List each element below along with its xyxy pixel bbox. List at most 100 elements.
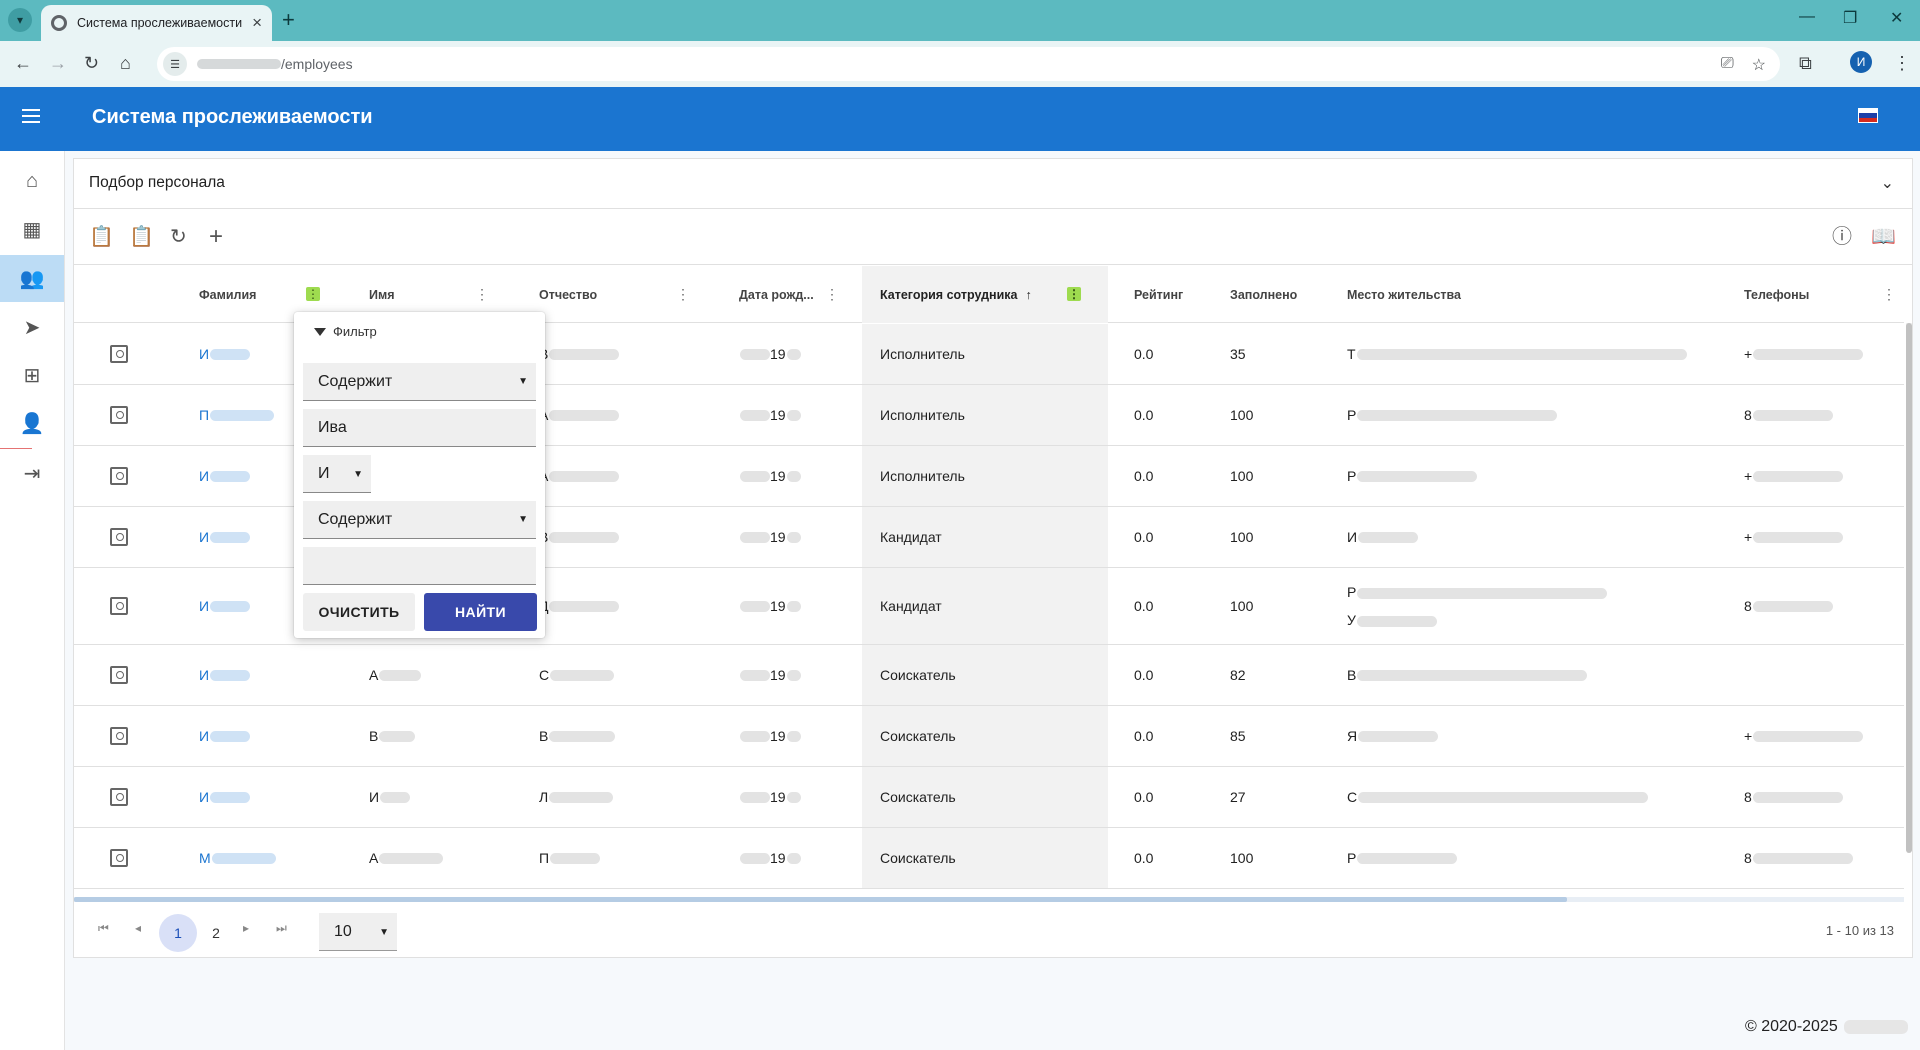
lastname-link[interactable]: И [199,728,209,744]
home-icon[interactable]: ⌂ [0,158,64,205]
filter-condition-select-2[interactable]: Содержит ▼ [303,501,536,539]
next-page-icon[interactable]: ▸ [243,921,249,935]
table-row[interactable]: И И Л 19 Соискатель 0.0 27 С 8 [74,767,1904,828]
minimize-icon[interactable]: — [1799,8,1815,26]
lastname-link[interactable]: М [199,850,211,866]
lastname-link[interactable]: П [199,407,209,423]
url-host-redacted [197,59,281,69]
dropdown-caret-icon: ▼ [353,469,363,480]
table-row[interactable]: И А С 19 Соискатель 0.0 82 В [74,645,1904,706]
refresh-icon[interactable]: ↻ [170,226,187,248]
lastname-link[interactable]: И [199,667,209,683]
profile-card-icon[interactable] [110,406,128,424]
category-cell: Исполнитель [880,346,965,362]
column-header-residence[interactable]: Место жительства [1347,266,1547,323]
category-cell: Соискатель [880,728,956,744]
category-cell: Кандидат [880,598,942,614]
tab-search-button[interactable]: ▾ [8,8,32,32]
lastname-link[interactable]: И [199,468,209,484]
lastname-link[interactable]: И [199,346,209,362]
footer: © 2020-2025 [1745,1018,1908,1036]
category-cell: Исполнитель [880,468,965,484]
clipboard-icon[interactable]: 📋 [89,226,114,248]
horizontal-scrollbar[interactable] [74,897,1904,902]
category-cell: Соискатель [880,667,956,683]
info-icon[interactable]: ⓘ [1832,226,1852,248]
column-menu-icon[interactable]: ⋮ [475,287,489,301]
column-header-birthdate[interactable]: Дата рожд... [739,266,829,323]
lastname-link[interactable]: И [199,598,209,614]
column-menu-icon[interactable]: ⋮ [1067,287,1081,301]
add-icon[interactable]: + [209,225,223,249]
find-button[interactable]: НАЙТИ [424,593,537,631]
chevron-down-icon[interactable]: ⌄ [1881,173,1894,193]
app-header: Система прослеживаемости [0,87,1920,151]
profile-card-icon[interactable] [110,597,128,615]
vertical-scrollbar[interactable] [1906,323,1912,853]
filter-popup: Фильтр Содержит ▼ Ива И ▼ Содержит ▼ ОЧИСТИ… [294,312,545,638]
column-menu-icon[interactable]: ⋮ [825,287,839,301]
book-icon[interactable]: 📖 [1871,226,1896,248]
new-tab-button[interactable]: + [282,8,295,32]
first-page-icon[interactable]: ⏮ [98,921,109,936]
profile-card-icon[interactable] [110,849,128,867]
profile-card-icon[interactable] [110,528,128,546]
page-button-2[interactable]: 2 [197,914,235,952]
url-field[interactable]: ☰ /employees ⎚ ☆ [157,47,1780,81]
browser-tab[interactable]: Система прослеживаемости × [41,5,272,41]
install-app-icon[interactable]: ⎚ [1721,55,1734,75]
window-close-icon[interactable]: ✕ [1890,8,1903,28]
prev-page-icon[interactable]: ◂ [135,921,141,935]
dropdown-caret-icon: ▼ [518,514,528,525]
reload-icon[interactable]: ↻ [84,53,99,73]
profile-card-icon[interactable] [110,345,128,363]
bookmark-star-icon[interactable]: ☆ [1752,55,1766,75]
column-menu-icon[interactable]: ⋮ [306,287,320,301]
column-header-filled[interactable]: Заполнено [1230,266,1320,323]
extensions-icon[interactable]: ⧉ [1799,53,1812,73]
hierarchy-icon[interactable]: ⊞ [0,352,64,399]
column-header-phones[interactable]: Телефоны [1744,266,1844,323]
column-menu-icon[interactable]: ⋮ [676,287,690,301]
favicon-icon [51,15,67,31]
page-button-1[interactable]: 1 [159,914,197,952]
clipboard-list-icon[interactable]: 📋 [129,226,154,248]
tab-title: Система прослеживаемости [77,16,243,30]
language-flag-icon[interactable] [1858,108,1878,123]
table-row[interactable]: М А П 19 Соискатель 0.0 100 Р 8 [74,828,1904,889]
filter-condition-select-1[interactable]: Содержит ▼ [303,363,536,401]
back-icon[interactable]: ← [14,53,32,73]
menu-icon[interactable] [22,109,40,123]
browser-menu-icon[interactable]: ⋮ [1893,53,1911,73]
profile-card-icon[interactable] [110,788,128,806]
tab-close-icon[interactable]: × [252,13,262,33]
page-size-select[interactable]: 10 ▼ [319,913,397,951]
filter-value-input-2[interactable] [303,547,536,585]
send-icon[interactable]: ➤ [0,304,64,351]
column-header-rating[interactable]: Рейтинг [1134,266,1214,323]
filter-value-input-1[interactable]: Ива [303,409,536,447]
home-page-icon[interactable]: ⌂ [120,53,131,73]
forward-icon[interactable]: → [49,53,67,73]
building-icon[interactable]: ▦ [0,206,64,253]
lastname-link[interactable]: И [199,789,209,805]
profile-card-icon[interactable] [110,666,128,684]
lastname-link[interactable]: И [199,529,209,545]
filter-logic-select[interactable]: И ▼ [303,455,371,493]
profile-card-icon[interactable] [110,727,128,745]
clear-filter-button[interactable]: ОЧИСТИТЬ [303,593,415,631]
site-info-icon[interactable]: ☰ [163,52,187,76]
column-header-patronymic[interactable]: Отчество [539,266,669,323]
column-menu-icon[interactable]: ⋮ [1882,287,1896,301]
column-header-category[interactable]: Категория сотрудника ↑ ⋮ [862,266,1108,323]
panel-header[interactable]: Подбор персонала ⌄ [74,159,1912,209]
last-page-icon[interactable]: ⏭ [276,921,287,936]
profile-avatar[interactable]: И [1850,51,1872,73]
person-icon[interactable]: 👤 [0,400,64,447]
login-icon[interactable]: ⇥ [0,450,64,497]
profile-card-icon[interactable] [110,467,128,485]
category-cell: Исполнитель [880,407,965,423]
people-icon[interactable]: 👥 [0,255,64,302]
restore-icon[interactable]: ❐ [1843,8,1857,28]
table-row[interactable]: И В В 19 Соискатель 0.0 85 Я + [74,706,1904,767]
